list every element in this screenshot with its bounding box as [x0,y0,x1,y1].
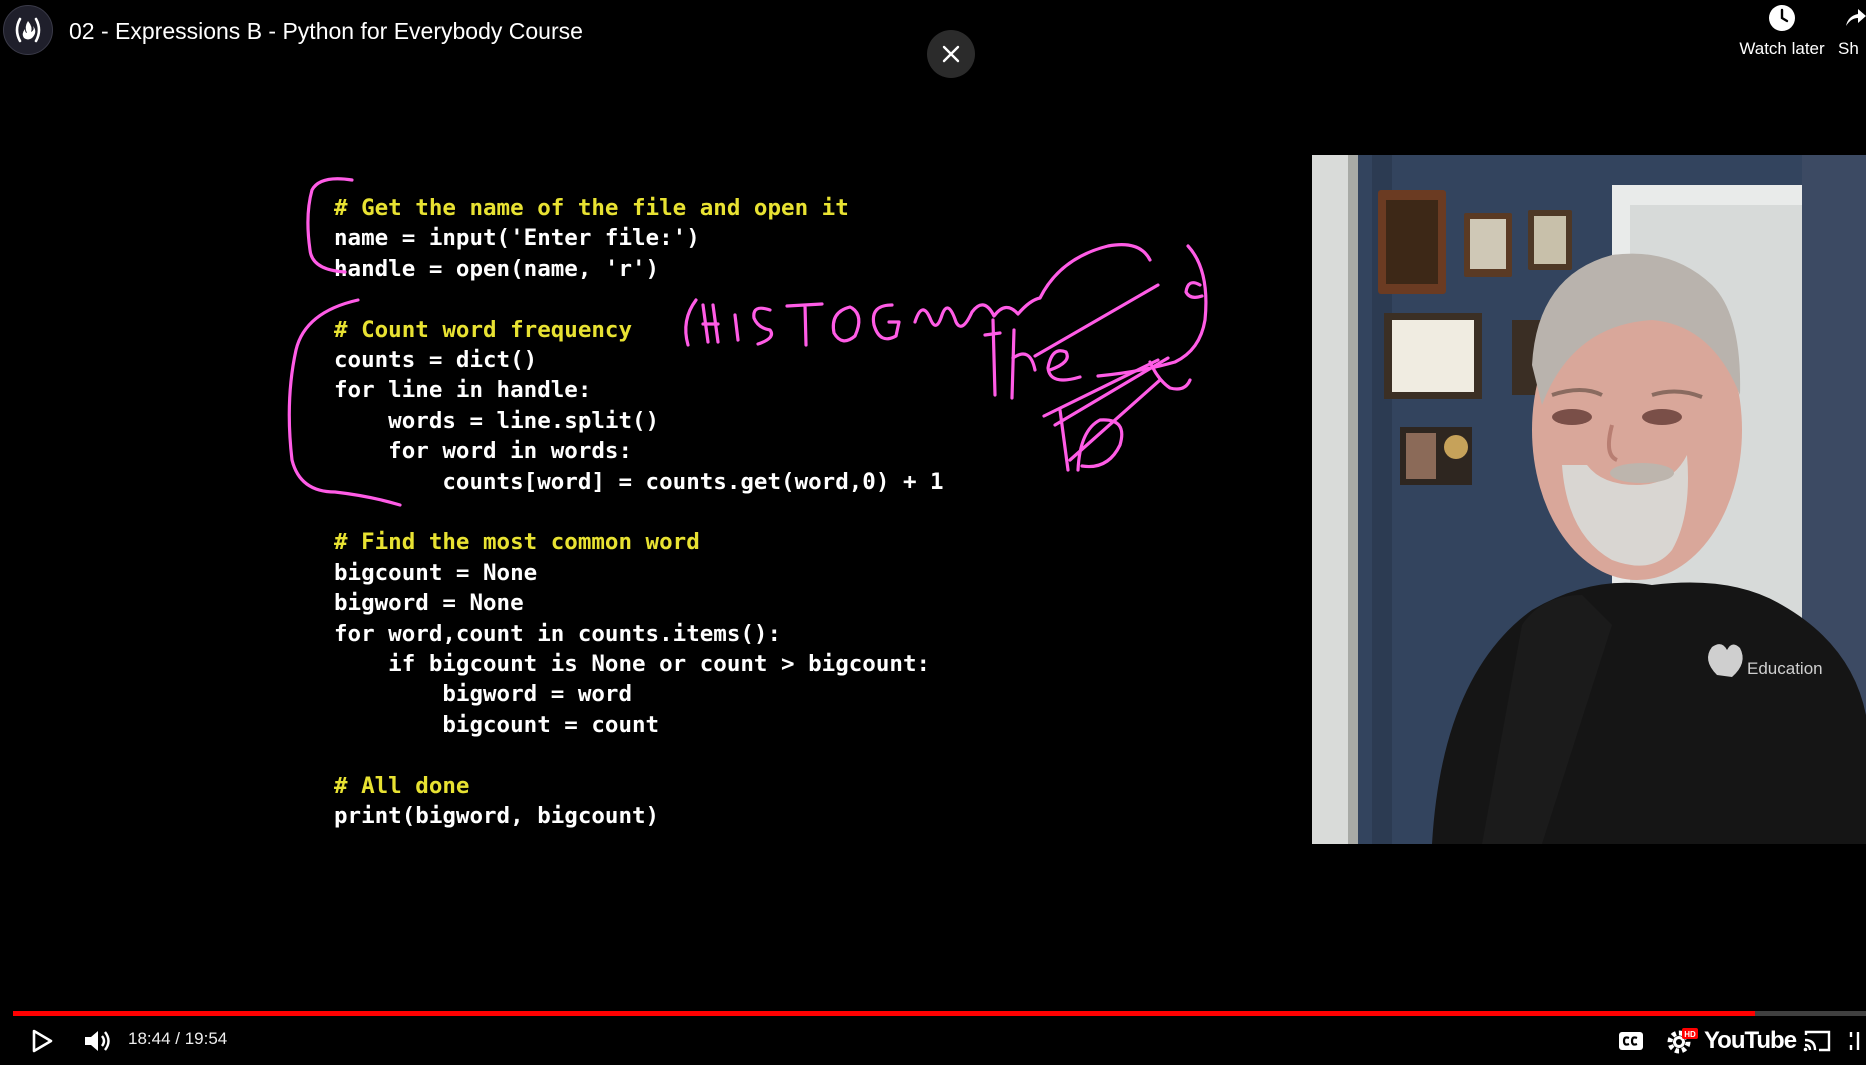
code-comment-line: # Find the most common word [334,529,700,556]
code-comment-line: # Count word frequency [334,316,633,343]
code-line: name = input('Enter file:') [334,225,700,252]
scribble-annotation [1042,356,1192,472]
code-line: handle = open(name, 'r') [334,255,660,282]
watch-later-button[interactable]: Watch later [1722,4,1842,59]
freecodecamp-flame-icon [15,17,41,43]
watch-later-label: Watch later [1739,39,1825,58]
code-line: bigword = None [334,590,524,617]
channel-logo[interactable] [3,5,53,55]
fullscreen-button[interactable] [1848,1027,1866,1055]
presenter-webcam: Education [1312,155,1866,844]
play-icon [32,1029,53,1053]
code-line: bigcount = None [334,559,538,586]
settings-button[interactable]: HD [1662,1024,1702,1058]
captions-icon [1619,1032,1643,1050]
time-display: 18:44 / 19:54 [128,1029,228,1048]
code-line: counts[word] = counts.get(word,0) + 1 [334,468,944,495]
code-line: print(bigword, bigcount) [334,803,660,830]
share-icon [1846,9,1866,26]
fullscreen-icon [1849,1032,1860,1050]
volume-button[interactable] [80,1026,116,1056]
code-line: for line in handle: [334,377,592,404]
youtube-logo-text: YouTube [1703,1027,1797,1054]
code-line: words = line.split() [334,407,660,434]
the-handwriting [983,283,1160,400]
player-controls [0,1016,1866,1065]
code-line: bigword = word [334,681,633,708]
close-button[interactable] [927,30,975,78]
play-button[interactable] [24,1026,60,1056]
captions-button[interactable] [1614,1027,1648,1055]
cast-button[interactable] [1800,1027,1834,1055]
code-comment-line: # Get the name of the file and open it [334,195,849,221]
code-line: if bigcount is None or count > bigcount: [334,651,931,678]
code-line: bigcount = count [334,711,660,738]
youtube-logo-button[interactable]: YouTube [1704,1025,1797,1057]
svg-text:HD: HD [1684,1030,1696,1039]
video-title[interactable]: 02 - Expressions B - Python for Everybod… [69,18,583,45]
code-line: for word in words: [334,438,633,465]
gear-hd-icon: HD [1667,1028,1698,1054]
code-comment-line: # All done [334,772,470,799]
cast-icon [1803,1030,1831,1052]
code-slide: # Get the name of the file and open it na… [334,193,944,831]
code-line: counts = dict() [334,347,538,374]
share-button[interactable]: Sh [1838,4,1866,59]
clock-icon [1769,5,1795,31]
shirt-logo-text: Education [1747,659,1823,678]
code-line: for word,count in counts.items(): [334,620,782,647]
close-icon [942,45,960,63]
circle-annotation-right [1184,281,1204,299]
volume-icon [85,1031,110,1051]
share-label: Sh [1838,39,1859,58]
curve-annotation-right [1096,244,1208,378]
